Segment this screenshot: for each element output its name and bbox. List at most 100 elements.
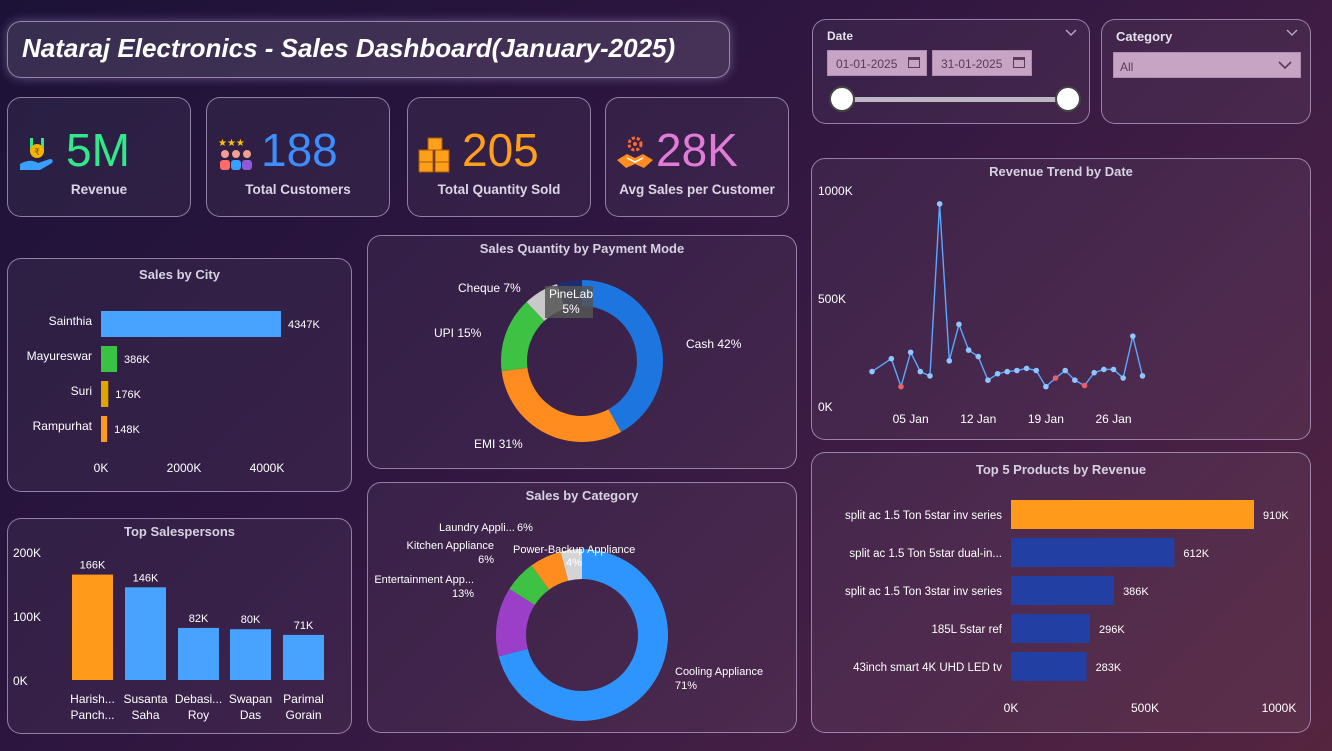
y-tick-label: 0K bbox=[13, 674, 28, 688]
customers-stars-icon: ★★★ bbox=[218, 138, 252, 170]
kpi-value: 188 bbox=[261, 124, 338, 176]
bar-category-label: split ac 1.5 Ton 5star inv series bbox=[845, 510, 1002, 522]
data-point bbox=[927, 373, 933, 379]
data-point bbox=[994, 370, 1001, 377]
x-category-label: Saha bbox=[131, 708, 159, 722]
bar bbox=[1011, 576, 1115, 605]
kpi-card-avg-sales: 28K Avg Sales per Customer bbox=[605, 97, 789, 217]
x-category-label: Roy bbox=[188, 708, 209, 722]
svg-text:★★★: ★★★ bbox=[218, 138, 245, 149]
date-slider-start-handle[interactable] bbox=[829, 86, 855, 112]
bar-data-label: 146K bbox=[133, 572, 159, 584]
bar bbox=[1011, 538, 1175, 567]
bar-data-label: 4347K bbox=[288, 319, 320, 331]
data-point bbox=[975, 353, 982, 360]
slice-label: 71% bbox=[675, 680, 697, 692]
category-filter: Category All bbox=[1101, 19, 1311, 124]
data-point bbox=[917, 368, 924, 375]
title-panel: Nataraj Electronics - Sales Dashboard(Ja… bbox=[7, 21, 730, 78]
data-point bbox=[1101, 366, 1107, 373]
bar-category-label: Rampurhat bbox=[33, 419, 93, 433]
slice-label: 4% bbox=[566, 557, 582, 569]
svg-text:₹: ₹ bbox=[34, 147, 40, 157]
date-filter-label: Date bbox=[827, 29, 854, 43]
top-salespersons-chart: 200K 100K 0K 166K Harish... Panch... 146K Susan… bbox=[13, 546, 324, 722]
data-point bbox=[965, 347, 972, 353]
bar-category-label: Mayureswar bbox=[27, 349, 92, 363]
payment-mode-donut-chart: Cash 42% EMI 31% UPI 15% Cheque 7% PineLab5% bbox=[434, 280, 742, 451]
x-category-label: Harish... bbox=[70, 692, 115, 706]
calendar-icon[interactable] bbox=[908, 57, 920, 68]
bar bbox=[178, 627, 219, 680]
bar-data-label: 71K bbox=[294, 620, 314, 632]
chevron-down-icon[interactable] bbox=[1065, 29, 1077, 37]
x-tick-label: 500K bbox=[1131, 701, 1159, 715]
bar-data-label: 386K bbox=[1123, 586, 1149, 598]
slice-label: 6% bbox=[517, 522, 533, 534]
chart-title: Revenue Trend by Date bbox=[989, 164, 1133, 179]
boxes-icon bbox=[418, 137, 450, 173]
data-point bbox=[1091, 369, 1097, 376]
data-point bbox=[869, 368, 875, 375]
bar bbox=[101, 416, 108, 442]
slice-label: Laundry Appli... bbox=[439, 522, 515, 534]
slice-label: Cash 42% bbox=[686, 337, 742, 351]
chevron-down-icon[interactable] bbox=[1286, 29, 1298, 37]
data-point bbox=[1014, 367, 1020, 374]
bar bbox=[1011, 652, 1087, 681]
bar bbox=[283, 634, 324, 680]
data-point bbox=[1072, 377, 1078, 383]
x-tick-label: 19 Jan bbox=[1028, 412, 1064, 426]
date-slider-track[interactable] bbox=[841, 97, 1069, 102]
y-tick-label: 100K bbox=[13, 610, 41, 624]
bar-data-label: 82K bbox=[189, 613, 209, 625]
bar-data-label: 148K bbox=[114, 424, 140, 436]
kpi-label: Total Quantity Sold bbox=[437, 182, 561, 197]
data-point bbox=[1062, 367, 1068, 374]
data-point bbox=[1004, 368, 1011, 375]
start-date-input[interactable]: 01-01-2025 bbox=[827, 50, 927, 76]
bar bbox=[101, 346, 117, 372]
x-tick-label: 0K bbox=[94, 461, 109, 475]
end-date-input[interactable]: 31-01-2025 bbox=[932, 50, 1032, 76]
slice-label: Power-Backup Appliance bbox=[513, 544, 635, 556]
sales-by-category-panel: Sales by Category Cooling Appliance 71% En… bbox=[367, 482, 797, 733]
end-date-value: 31-01-2025 bbox=[941, 57, 1003, 71]
category-donut-chart: Cooling Appliance 71% Entertainment App...… bbox=[374, 522, 763, 721]
bar-data-label: 80K bbox=[241, 614, 261, 626]
y-tick-label: 200K bbox=[13, 546, 41, 560]
chart-title: Top Salespersons bbox=[123, 524, 235, 539]
data-point bbox=[1120, 375, 1126, 381]
chart-title: Sales by City bbox=[139, 267, 220, 282]
x-category-label: Debasi... bbox=[175, 692, 222, 706]
data-point bbox=[1110, 366, 1117, 373]
bar-data-label: 296K bbox=[1099, 624, 1125, 636]
chevron-down-icon[interactable] bbox=[1278, 61, 1292, 70]
kpi-value: 205 bbox=[462, 124, 539, 176]
bar bbox=[1011, 614, 1091, 643]
sales-by-city-panel: Sales by City Sainthia 4347K Mayureswar 386… bbox=[7, 258, 352, 492]
calendar-icon[interactable] bbox=[1013, 57, 1025, 68]
data-point bbox=[1052, 375, 1059, 381]
category-dropdown-value: All bbox=[1120, 60, 1134, 74]
x-tick-label: 05 Jan bbox=[893, 412, 929, 426]
slice-label: Cooling Appliance bbox=[675, 666, 763, 678]
data-point bbox=[936, 201, 943, 207]
trend-line bbox=[871, 203, 1144, 389]
kpi-label: Total Customers bbox=[245, 182, 351, 197]
category-dropdown[interactable]: All bbox=[1113, 52, 1301, 78]
data-point bbox=[1130, 333, 1136, 339]
slice-label: 5% bbox=[562, 302, 580, 316]
x-tick-label: 0K bbox=[1004, 701, 1019, 715]
bar bbox=[1011, 500, 1254, 529]
data-point bbox=[1033, 367, 1040, 374]
top-salespersons-panel: Top Salespersons 200K 100K 0K 166K Harish...… bbox=[7, 518, 352, 734]
data-point bbox=[1081, 382, 1088, 389]
slice-label: 6% bbox=[478, 554, 494, 566]
date-slider-end-handle[interactable] bbox=[1055, 86, 1081, 112]
bar-data-label: 612K bbox=[1183, 548, 1209, 560]
kpi-card-quantity: 205 Total Quantity Sold bbox=[407, 97, 591, 217]
data-point bbox=[898, 383, 904, 390]
page-title: Nataraj Electronics - Sales Dashboard(Ja… bbox=[22, 33, 676, 63]
revenue-trend-panel: Revenue Trend by Date 1000K 500K 0K 05 Jan 1… bbox=[811, 158, 1311, 440]
